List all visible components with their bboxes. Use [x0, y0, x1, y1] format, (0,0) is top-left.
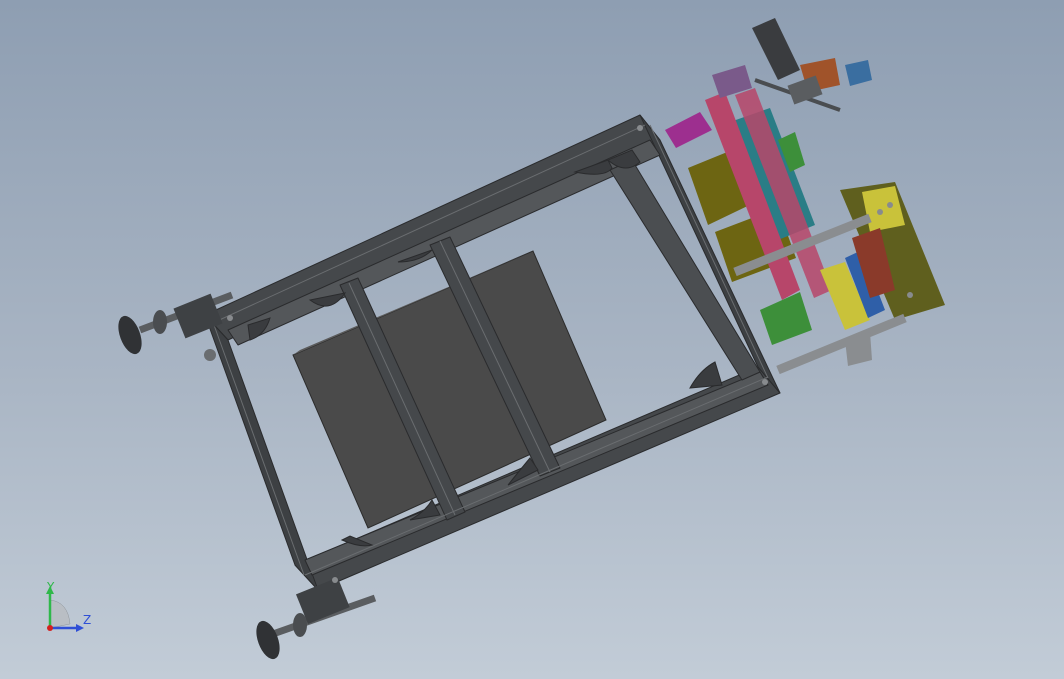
y-axis-label: Y: [47, 580, 55, 594]
origin-dot: [47, 625, 53, 631]
triad-plane: [49, 599, 71, 629]
graphics-viewport[interactable]: Y Z: [0, 0, 1064, 679]
cad-model-view[interactable]: [0, 0, 1064, 679]
coordinate-triad: Y Z: [40, 580, 100, 636]
z-axis-label: Z: [83, 613, 92, 627]
aluminium-frame[interactable]: [204, 114, 781, 591]
leveling-foot-bottom[interactable]: [252, 577, 377, 662]
